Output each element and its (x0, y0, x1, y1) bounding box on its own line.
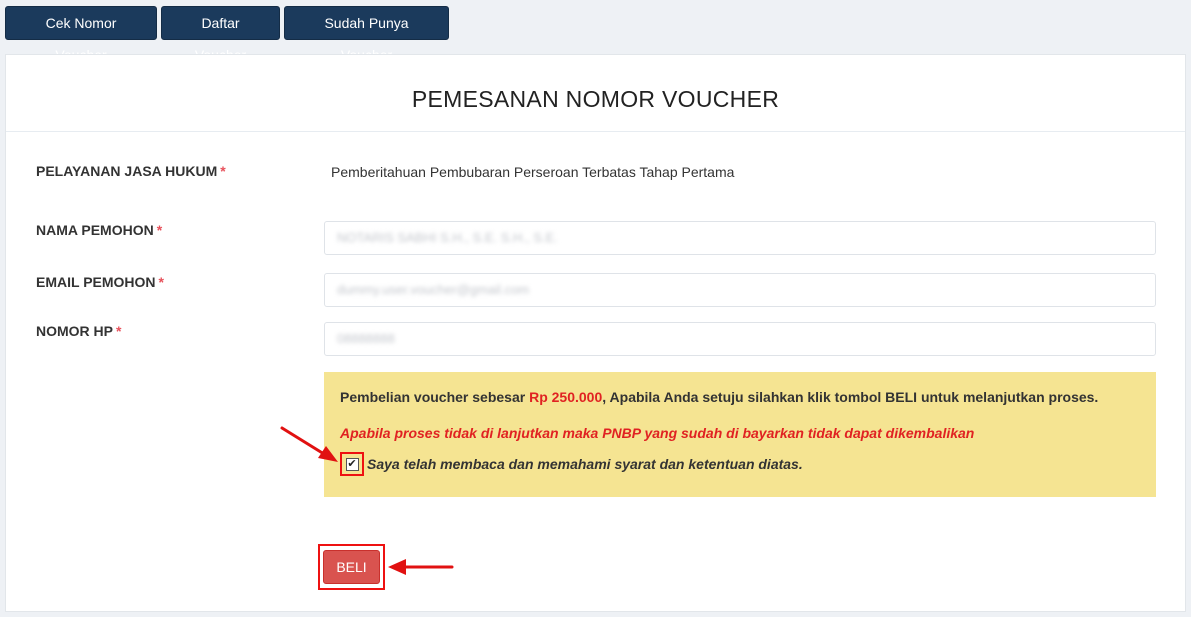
email-label: EMAIL PEMOHON * (36, 274, 164, 290)
agree-checkbox[interactable]: ✔ (345, 457, 359, 471)
layanan-value: Pemberitahuan Pembubaran Perseroan Terba… (331, 164, 735, 180)
page-title: PEMESANAN NOMOR VOUCHER (411, 86, 780, 112)
cek-nomor-voucher-button[interactable]: Cek Nomor Voucher (5, 6, 157, 63)
nama-input[interactable]: NOTARIS SABHI S.H., S.E. S.H., S.E. (324, 221, 1156, 255)
nama-label: NAMA PEMOHON * (36, 222, 163, 238)
daftar-voucher-button[interactable]: Daftar Voucher (161, 6, 280, 63)
warning-text: Apabila proses tidak di lanjutkan maka P… (340, 425, 975, 441)
notice-text: Pembelian voucher sebesar Rp 250.000, Ap… (340, 389, 1099, 405)
voucher-order-panel: PEMESANAN NOMOR VOUCHER PELAYANAN JASA H… (5, 54, 1186, 612)
purchase-notice: Pembelian voucher sebesar Rp 250.000, Ap… (324, 372, 1156, 497)
voucher-price: Rp 250.000 (529, 389, 603, 405)
email-input[interactable]: dummy.user.voucher@gmail.com (324, 273, 1156, 307)
arrow-to-checkbox-icon (280, 426, 338, 462)
panel-header: PEMESANAN NOMOR VOUCHER (6, 55, 1185, 132)
beli-button[interactable]: BELI (323, 550, 380, 584)
sudah-punya-voucher-button[interactable]: Sudah Punya Voucher (284, 6, 449, 63)
beli-highlight: BELI (318, 544, 385, 590)
top-nav: Cek Nomor Voucher Daftar Voucher Sudah P… (5, 6, 449, 63)
hp-label: NOMOR HP * (36, 323, 122, 339)
checkbox-highlight: ✔ (340, 452, 364, 476)
arrow-to-beli-icon (388, 559, 454, 575)
agree-label[interactable]: Saya telah membaca dan memahami syarat d… (367, 456, 803, 472)
hp-input[interactable]: 08888888 (324, 322, 1156, 356)
layanan-label: PELAYANAN JASA HUKUM * (36, 163, 226, 179)
agree-row: ✔ Saya telah membaca dan memahami syarat… (340, 452, 803, 476)
